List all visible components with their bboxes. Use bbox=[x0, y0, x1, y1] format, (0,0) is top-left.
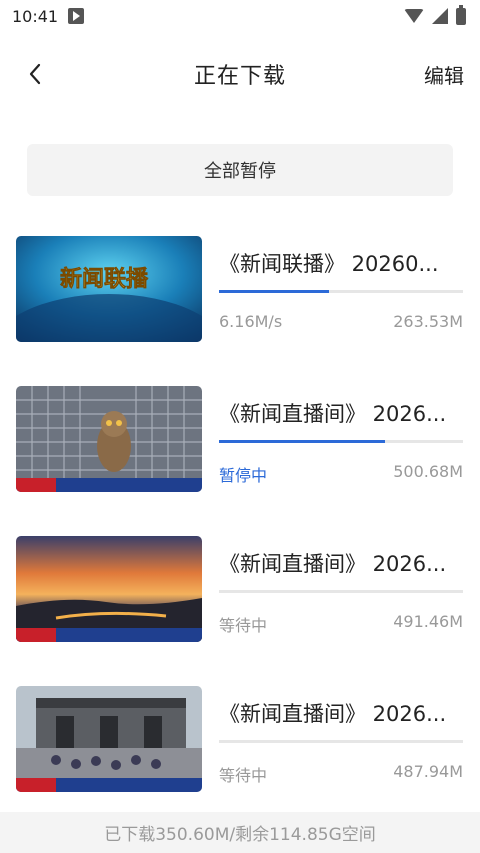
status-time: 10:41 bbox=[12, 6, 59, 26]
progress-bar bbox=[219, 440, 463, 443]
download-speed: 6.16M/s bbox=[219, 312, 283, 331]
file-size: 500.68M bbox=[393, 462, 463, 481]
status-indicators bbox=[404, 4, 466, 25]
file-size: 491.46M bbox=[393, 612, 463, 631]
download-item[interactable]: 《新闻直播间》 2026... 等待中 491.46M bbox=[0, 534, 480, 684]
item-title: 《新闻直播间》 2026... bbox=[219, 702, 447, 726]
item-title: 《新闻联播》 20260... bbox=[219, 252, 439, 276]
paused-status: 暂停中 bbox=[219, 466, 268, 485]
progress-fill bbox=[219, 290, 329, 293]
download-item[interactable]: 《新闻直播间》 2026... 暂停中 500.68M bbox=[0, 384, 480, 534]
progress-fill bbox=[219, 440, 385, 443]
download-item[interactable]: 新闻联播 《新闻联播》 20260... 6.16M/s 263.53M bbox=[0, 234, 480, 384]
signal-icon bbox=[432, 8, 448, 24]
video-thumbnail: 新闻联播 bbox=[16, 236, 202, 342]
video-thumbnail bbox=[16, 386, 202, 492]
thumb-overlay-text: 新闻联播 bbox=[60, 266, 149, 292]
file-size: 487.94M bbox=[393, 762, 463, 781]
edit-button[interactable]: 编辑 bbox=[424, 60, 464, 89]
page-title: 正在下载 bbox=[193, 64, 286, 89]
back-icon[interactable] bbox=[24, 62, 48, 86]
waiting-status: 等待中 bbox=[219, 616, 268, 635]
status-bar: 10:41 bbox=[0, 0, 480, 32]
wifi-icon bbox=[404, 9, 424, 23]
media-notification-icon bbox=[68, 8, 85, 24]
progress-bar bbox=[219, 590, 463, 593]
download-list: 新闻联播 《新闻联播》 20260... 6.16M/s 263.53M 《新闻… bbox=[0, 234, 480, 834]
item-title: 《新闻直播间》 2026... bbox=[219, 402, 447, 426]
waiting-status: 等待中 bbox=[219, 766, 268, 785]
storage-summary: 已下载350.60M/剩余114.85G空间 bbox=[0, 812, 480, 853]
nav-bar: 正在下载 编辑 bbox=[0, 50, 480, 98]
item-title: 《新闻直播间》 2026... bbox=[219, 552, 447, 576]
video-thumbnail bbox=[16, 686, 202, 792]
file-size: 263.53M bbox=[393, 312, 463, 331]
battery-icon bbox=[456, 4, 466, 25]
progress-bar bbox=[219, 740, 463, 743]
progress-bar bbox=[219, 290, 463, 293]
video-thumbnail bbox=[16, 536, 202, 642]
pause-all-button[interactable]: 全部暂停 bbox=[27, 144, 453, 196]
